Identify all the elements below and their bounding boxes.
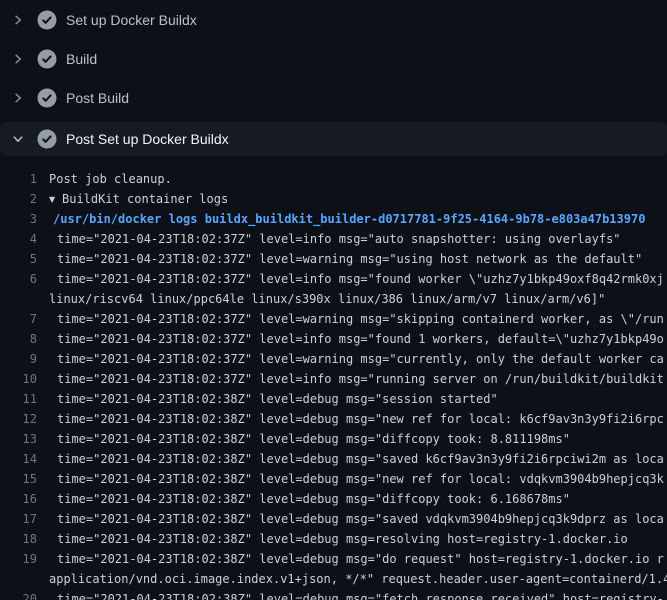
line-number[interactable]: 8: [0, 329, 37, 349]
log-text: time="2021-04-23T18:02:38Z" level=debug …: [57, 409, 664, 429]
log-line: 3/usr/bin/docker logs buildx_buildkit_bu…: [0, 209, 667, 229]
log-text: time="2021-04-23T18:02:38Z" level=debug …: [57, 389, 498, 409]
line-number[interactable]: 1: [0, 169, 37, 189]
log-line-continuation: application/vnd.oci.image.index.v1+json,…: [0, 569, 667, 589]
step-title: Build: [66, 51, 97, 67]
check-circle-icon: [37, 10, 57, 30]
log-line: 17 time="2021-04-23T18:02:38Z" level=debu…: [0, 509, 667, 529]
log-line: 4 time="2021-04-23T18:02:37Z" level=info …: [0, 229, 667, 249]
log-line: 20 time="2021-04-23T18:02:38Z" level=debu…: [0, 589, 667, 600]
triangle-down-icon: ▼: [49, 190, 62, 210]
log-line: 1 Post job cleanup.: [0, 169, 667, 189]
log-line: 15 time="2021-04-23T18:02:38Z" level=debu…: [0, 469, 667, 489]
log-text: time="2021-04-23T18:02:37Z" level=warnin…: [57, 249, 642, 269]
line-number[interactable]: 12: [0, 409, 37, 429]
line-number[interactable]: 9: [0, 349, 37, 369]
log-text: application/vnd.oci.image.index.v1+json,…: [49, 569, 667, 589]
line-number[interactable]: 19: [0, 549, 37, 569]
line-number[interactable]: 6: [0, 269, 37, 289]
log-line: 2 ▼BuildKit container logs: [0, 189, 667, 209]
line-number[interactable]: 4: [0, 229, 37, 249]
line-number[interactable]: 11: [0, 389, 37, 409]
log-container: 1 Post job cleanup. 2 ▼BuildKit container l…: [0, 169, 667, 600]
log-line: 19 time="2021-04-23T18:02:38Z" level=debu…: [0, 549, 667, 569]
log-text: time="2021-04-23T18:02:37Z" level=warnin…: [57, 309, 664, 329]
log-line: 6 time="2021-04-23T18:02:37Z" level=info …: [0, 269, 667, 289]
log-line: 7 time="2021-04-23T18:02:37Z" level=warni…: [0, 309, 667, 329]
line-number[interactable]: 10: [0, 369, 37, 389]
line-number[interactable]: 2: [0, 189, 37, 209]
log-line: 5 time="2021-04-23T18:02:37Z" level=warni…: [0, 249, 667, 269]
chevron-right-icon[interactable]: [12, 92, 24, 104]
log-line: 16 time="2021-04-23T18:02:38Z" level=debu…: [0, 489, 667, 509]
step-title: Post Build: [66, 90, 129, 106]
log-text: time="2021-04-23T18:02:38Z" level=debug …: [57, 529, 628, 549]
line-number[interactable]: 18: [0, 529, 37, 549]
chevron-right-icon[interactable]: [12, 53, 24, 65]
step-row-build[interactable]: Build: [0, 39, 667, 78]
step-row-post-build[interactable]: Post Build: [0, 78, 667, 117]
log-line: 9 time="2021-04-23T18:02:37Z" level=warni…: [0, 349, 667, 369]
check-circle-icon: [37, 129, 57, 149]
log-text: time="2021-04-23T18:02:38Z" level=debug …: [57, 549, 664, 569]
check-circle-icon: [37, 88, 57, 108]
log-command-text: /usr/bin/docker logs buildx_buildkit_bui…: [53, 209, 645, 229]
check-circle-icon: [37, 49, 57, 69]
log-line: 18 time="2021-04-23T18:02:38Z" level=debu…: [0, 529, 667, 549]
log-text: time="2021-04-23T18:02:38Z" level=debug …: [57, 469, 664, 489]
log-text: time="2021-04-23T18:02:37Z" level=info m…: [57, 269, 664, 289]
log-text: time="2021-04-23T18:02:37Z" level=info m…: [57, 329, 664, 349]
line-number[interactable]: 15: [0, 469, 37, 489]
line-number[interactable]: 20: [0, 589, 37, 600]
log-line-continuation: linux/riscv64 linux/ppc64le linux/s390x …: [0, 289, 667, 309]
line-number[interactable]: 17: [0, 509, 37, 529]
line-number[interactable]: 7: [0, 309, 37, 329]
log-text: time="2021-04-23T18:02:38Z" level=debug …: [57, 509, 664, 529]
log-group-toggle[interactable]: ▼BuildKit container logs: [49, 189, 228, 210]
steps-list: Set up Docker Buildx Build Post Build: [0, 0, 667, 156]
line-number[interactable]: 16: [0, 489, 37, 509]
log-text: time="2021-04-23T18:02:37Z" level=info m…: [57, 229, 621, 249]
log-line: 14 time="2021-04-23T18:02:38Z" level=debu…: [0, 449, 667, 469]
line-number[interactable]: 5: [0, 249, 37, 269]
actions-log-viewer: Set up Docker Buildx Build Post Build: [0, 0, 667, 600]
step-row-set-up-docker-buildx[interactable]: Set up Docker Buildx: [0, 0, 667, 39]
log-line: 12 time="2021-04-23T18:02:38Z" level=debu…: [0, 409, 667, 429]
log-text: time="2021-04-23T18:02:38Z" level=debug …: [57, 449, 664, 469]
log-text: time="2021-04-23T18:02:38Z" level=debug …: [57, 489, 570, 509]
log-text: time="2021-04-23T18:02:38Z" level=debug …: [57, 589, 664, 600]
step-title: Post Set up Docker Buildx: [66, 131, 229, 147]
log-text: time="2021-04-23T18:02:38Z" level=debug …: [57, 429, 570, 449]
line-number[interactable]: 3: [0, 209, 37, 229]
log-text: linux/riscv64 linux/ppc64le linux/s390x …: [49, 289, 605, 309]
step-row-post-set-up-docker-buildx[interactable]: Post Set up Docker Buildx: [0, 122, 667, 156]
chevron-right-icon[interactable]: [12, 14, 24, 26]
chevron-down-icon[interactable]: [12, 133, 24, 145]
step-title: Set up Docker Buildx: [66, 12, 197, 28]
log-line: 10 time="2021-04-23T18:02:37Z" level=info…: [0, 369, 667, 389]
log-line: 8 time="2021-04-23T18:02:37Z" level=info …: [0, 329, 667, 349]
log-text: Post job cleanup.: [49, 169, 172, 189]
log-line: 11 time="2021-04-23T18:02:38Z" level=debu…: [0, 389, 667, 409]
line-number[interactable]: 14: [0, 449, 37, 469]
log-text: time="2021-04-23T18:02:37Z" level=info m…: [57, 369, 664, 389]
log-text: time="2021-04-23T18:02:37Z" level=warnin…: [57, 349, 664, 369]
log-line: 13 time="2021-04-23T18:02:38Z" level=debu…: [0, 429, 667, 449]
line-number[interactable]: 13: [0, 429, 37, 449]
